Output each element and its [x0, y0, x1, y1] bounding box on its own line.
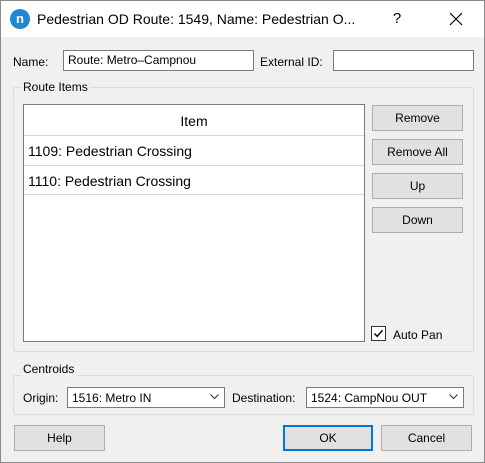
- dialog-window: n Pedestrian OD Route: 1549, Name: Pedes…: [0, 0, 485, 463]
- route-items-group-title: Route Items: [21, 80, 90, 94]
- chevron-down-icon: [210, 394, 219, 400]
- destination-label: Destination:: [232, 391, 296, 405]
- help-button[interactable]: Help: [14, 425, 105, 451]
- route-items-list[interactable]: Item 1109: Pedestrian Crossing 1110: Ped…: [23, 104, 365, 342]
- remove-button[interactable]: Remove: [372, 105, 463, 131]
- cancel-button[interactable]: Cancel: [381, 425, 472, 451]
- external-id-label: External ID:: [260, 55, 323, 69]
- list-item[interactable]: 1110: Pedestrian Crossing: [24, 165, 364, 195]
- destination-select[interactable]: 1524: CampNou OUT: [306, 387, 464, 408]
- checkmark-icon: [373, 329, 384, 338]
- centroids-group-title: Centroids: [21, 362, 77, 376]
- name-input[interactable]: Route: Metro–Campnou: [63, 50, 254, 71]
- remove-all-button[interactable]: Remove All: [372, 139, 463, 165]
- ok-button[interactable]: OK: [283, 425, 373, 451]
- origin-value: 1516: Metro IN: [72, 391, 152, 405]
- close-icon: [449, 12, 463, 26]
- list-item[interactable]: 1109: Pedestrian Crossing: [24, 135, 364, 165]
- title-bar: n Pedestrian OD Route: 1549, Name: Pedes…: [1, 1, 484, 37]
- origin-label: Origin:: [23, 391, 59, 405]
- destination-value: 1524: CampNou OUT: [311, 391, 428, 405]
- external-id-input[interactable]: [333, 50, 474, 71]
- chevron-down-icon: [449, 394, 458, 400]
- auto-pan-checkbox[interactable]: [371, 326, 386, 341]
- close-button[interactable]: [433, 1, 479, 37]
- context-help-button[interactable]: ?: [377, 1, 417, 37]
- app-icon: n: [10, 9, 30, 29]
- down-button[interactable]: Down: [372, 207, 463, 233]
- name-label: Name:: [13, 55, 49, 69]
- auto-pan-label[interactable]: Auto Pan: [393, 328, 442, 342]
- list-column-header[interactable]: Item: [24, 105, 364, 135]
- up-button[interactable]: Up: [372, 173, 463, 199]
- window-title: Pedestrian OD Route: 1549, Name: Pedestr…: [37, 11, 356, 27]
- origin-select[interactable]: 1516: Metro IN: [67, 387, 225, 408]
